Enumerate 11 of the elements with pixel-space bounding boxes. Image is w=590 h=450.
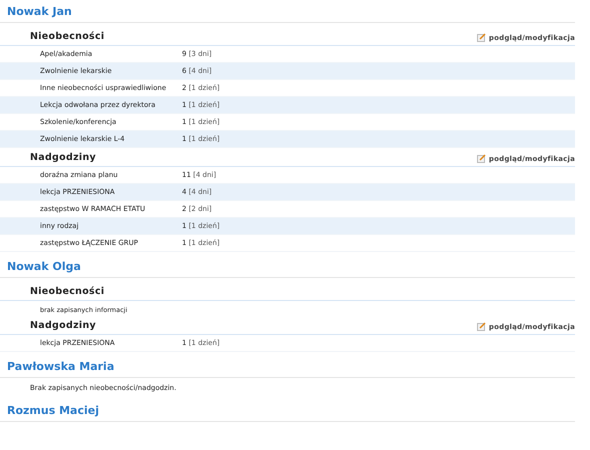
person-name: Pawłowska Maria	[0, 355, 575, 378]
section-title: Nieobecności	[30, 31, 104, 42]
edit-icon	[476, 33, 486, 42]
edit-icon	[476, 154, 486, 163]
person-name: Nowak Jan	[0, 0, 575, 23]
person-name: Rozmus Maciej	[0, 399, 575, 422]
edit-icon	[476, 322, 486, 331]
section-title: Nadgodziny	[30, 320, 96, 331]
section-title: Nieobecności	[30, 286, 104, 297]
section-title: Nadgodziny	[30, 152, 96, 163]
person-name: Nowak Olga	[0, 255, 575, 278]
